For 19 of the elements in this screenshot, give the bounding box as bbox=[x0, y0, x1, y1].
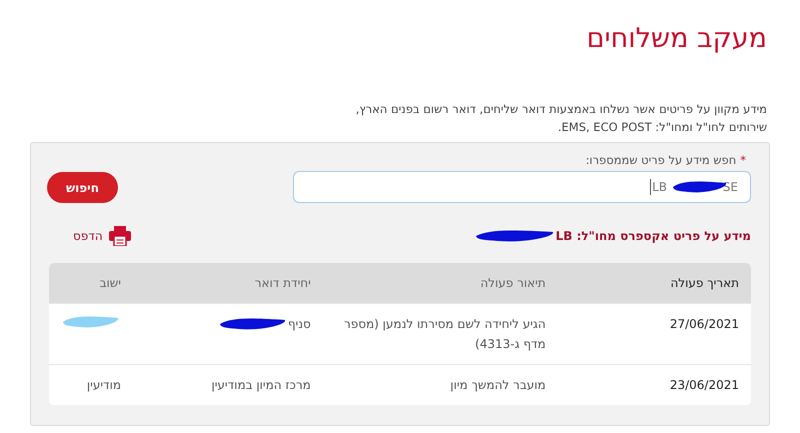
result-heading: מידע על פריט אקספרס מחו"ל: LB bbox=[556, 229, 751, 243]
table-cell-text: 27/06/2021 bbox=[670, 316, 739, 333]
column-header: יחידת דואר bbox=[133, 263, 323, 304]
search-label: חפש מידע על פריט שממספרו: bbox=[586, 153, 736, 167]
page-title: מעקב משלוחים bbox=[586, 22, 768, 56]
table-cell-text: 23/06/2021 bbox=[670, 377, 739, 394]
table-cell-text: מודיעין bbox=[86, 377, 121, 394]
print-link[interactable]: הדפס bbox=[73, 226, 131, 246]
printer-icon bbox=[108, 226, 131, 246]
table-cell-text: מרכז המיון במודיעין bbox=[211, 377, 311, 394]
column-header: תאריך פעולה bbox=[558, 263, 751, 304]
description-text: מידע מקוון על פריטים אשר נשלחו באמצעות דואר שליחים, דואר רשום בפנים הארץ, שירותים לחו"ל ומחו"ל: EMS, ECO POST. bbox=[354, 101, 767, 136]
required-mark: * bbox=[740, 153, 746, 167]
table-cell-text: סניף bbox=[288, 316, 311, 333]
table-cell-text: הגיע ליחידה לשם מסירתו לנמען (מספר מדף ג-4313) bbox=[342, 316, 546, 353]
search-button[interactable]: חיפוש bbox=[47, 172, 118, 203]
column-header: תיאור פעולה bbox=[322, 263, 558, 304]
column-header: ישוב bbox=[49, 263, 133, 304]
table-cell-text: מועבר להמשך מיון bbox=[450, 377, 546, 394]
